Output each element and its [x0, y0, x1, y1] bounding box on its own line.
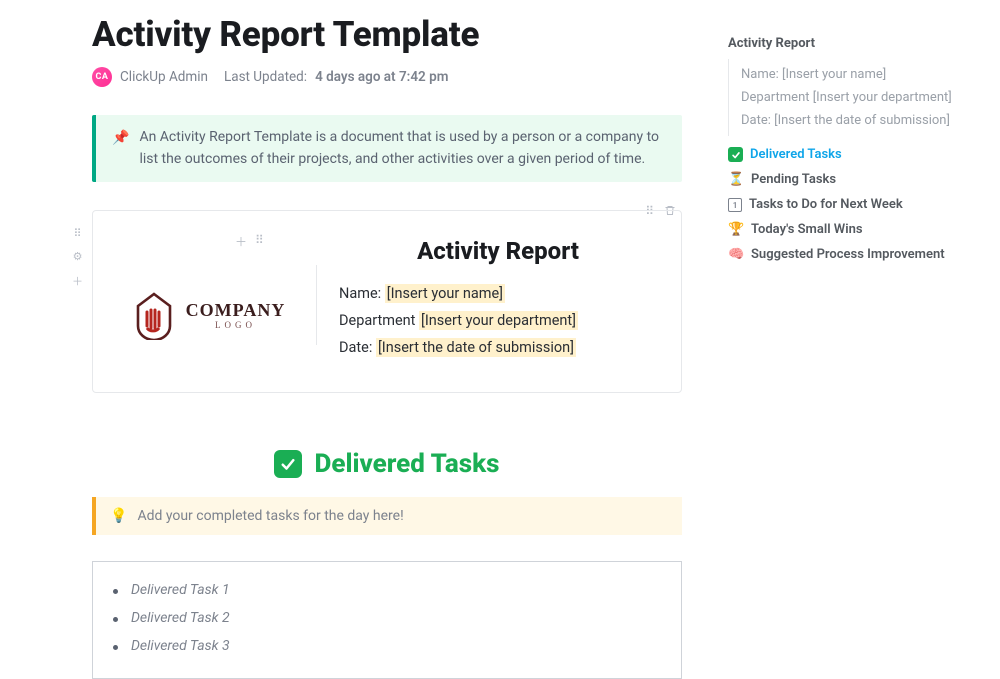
company-logo: COMPANY LOGO: [134, 292, 286, 340]
lightbulb-icon: 💡: [110, 508, 127, 524]
outline-item-delivered[interactable]: Delivered Tasks: [728, 142, 980, 167]
field-department-placeholder[interactable]: [Insert your department]: [419, 311, 578, 330]
delivered-tasks-heading: Delivered Tasks: [92, 449, 682, 479]
page-title: Activity Report Template: [92, 14, 682, 55]
list-item[interactable]: Delivered Task 2: [113, 604, 661, 632]
outline-item-wins[interactable]: 🏆 Today's Small Wins: [728, 217, 980, 242]
outline-subitems: Name: [Insert your name] Department [Ins…: [728, 59, 980, 136]
card-heading: Activity Report: [339, 237, 657, 265]
field-department-row[interactable]: Department [Insert your department]: [339, 312, 657, 329]
field-date-row[interactable]: Date: [Insert the date of submission]: [339, 339, 657, 356]
outline-subitem[interactable]: Name: [Insert your name]: [741, 63, 980, 86]
byline: CA ClickUp Admin Last Updated: 4 days ag…: [92, 67, 682, 87]
add-block-icon[interactable]: ＋: [72, 273, 83, 289]
list-item[interactable]: Delivered Task 3: [113, 632, 661, 660]
add-column-icon[interactable]: ＋: [235, 233, 247, 250]
outline-item-nextweek[interactable]: Tasks to Do for Next Week: [728, 192, 980, 217]
outline-item-process[interactable]: 🧠 Suggested Process Improvement: [728, 242, 980, 267]
calendar-icon: [728, 198, 742, 212]
trophy-icon: 🏆: [728, 222, 744, 237]
company-logo-subtext: LOGO: [186, 321, 286, 330]
outline-subitem[interactable]: Department [Insert your department]: [741, 86, 980, 109]
company-logo-text: COMPANY: [186, 301, 286, 319]
block-settings-icon[interactable]: ⚙: [73, 250, 83, 263]
field-name-placeholder[interactable]: [Insert your name]: [385, 284, 505, 303]
check-square-icon: [728, 147, 743, 162]
outline-item-label: Pending Tasks: [751, 172, 836, 187]
field-department-label: Department: [339, 312, 419, 329]
outline-subitem[interactable]: Date: [Insert the date of submission]: [741, 109, 980, 132]
company-logo-icon: [134, 292, 174, 340]
hourglass-icon: ⏳: [728, 172, 744, 187]
author-name[interactable]: ClickUp Admin: [120, 69, 208, 85]
intro-callout: 📌 An Activity Report Template is a docum…: [92, 115, 682, 182]
last-updated-label: Last Updated:: [224, 69, 307, 85]
field-date-label: Date:: [339, 339, 376, 356]
vertical-divider: [316, 265, 317, 345]
drag-handle-icon[interactable]: ⠿: [73, 227, 81, 240]
field-date-placeholder[interactable]: [Insert the date of submission]: [376, 338, 576, 357]
last-updated-value: 4 days ago at 7:42 pm: [315, 69, 448, 85]
delivered-tasks-list[interactable]: Delivered Task 1 Delivered Task 2 Delive…: [92, 561, 682, 679]
author-avatar[interactable]: CA: [92, 67, 112, 87]
intro-callout-text: An Activity Report Template is a documen…: [139, 127, 666, 170]
outline-item-label: Suggested Process Improvement: [751, 247, 945, 262]
brain-icon: 🧠: [728, 247, 744, 262]
outline-item-label: Tasks to Do for Next Week: [749, 197, 903, 212]
delivered-tasks-title: Delivered Tasks: [314, 449, 499, 479]
block-gutter: ⠿ ⚙ ＋: [72, 227, 83, 289]
outline-item-label: Delivered Tasks: [750, 147, 842, 162]
outline-item-label: Today's Small Wins: [751, 222, 863, 237]
pushpin-icon: 📌: [112, 128, 129, 170]
outline-item-pending[interactable]: ⏳ Pending Tasks: [728, 167, 980, 192]
activity-report-card: ＋ ⠿ COMPANY LOGO: [92, 210, 682, 393]
outline-sidebar: Activity Report Name: [Insert your name]…: [728, 36, 980, 267]
list-item[interactable]: Delivered Task 1: [113, 576, 661, 604]
drag-handle-icon[interactable]: ⠿: [255, 233, 264, 250]
outline-title[interactable]: Activity Report: [728, 36, 980, 51]
field-name-label: Name:: [339, 285, 385, 302]
delivered-tip-callout: 💡 Add your completed tasks for the day h…: [92, 497, 682, 535]
delivered-tip-text: Add your completed tasks for the day her…: [137, 508, 403, 524]
check-badge-icon: [274, 450, 302, 478]
field-name-row[interactable]: Name: [Insert your name]: [339, 285, 657, 302]
